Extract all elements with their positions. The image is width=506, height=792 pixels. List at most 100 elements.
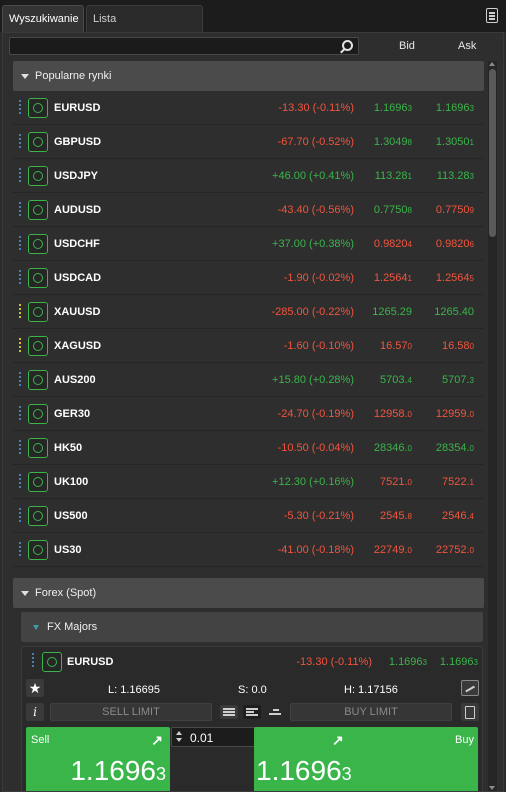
open-position-button[interactable] — [28, 132, 48, 152]
market-change: -24.70 (-0.19%) — [277, 408, 354, 420]
section-title: Forex (Spot) — [35, 587, 97, 599]
open-position-button[interactable] — [28, 166, 48, 186]
drag-handle[interactable] — [19, 508, 21, 524]
market-row[interactable]: UK100 +12.30 (+0.16%) 7521.0 7522.1 — [13, 465, 484, 499]
buy-button[interactable]: ↗ Buy 1.16963 — [254, 727, 478, 791]
market-ask: 2546.4 — [442, 510, 474, 522]
collapse-icon — [21, 73, 29, 79]
market-change: -5.30 (-0.21%) — [283, 510, 354, 522]
market-symbol: HK50 — [54, 442, 83, 454]
buy-limit-button[interactable]: BUY LIMIT — [290, 703, 452, 721]
market-symbol: XAGUSD — [54, 340, 102, 352]
order-mode-grid-icon[interactable] — [220, 705, 238, 719]
market-change: +37.00 (+0.38%) — [272, 238, 354, 250]
order-details-icon[interactable] — [461, 703, 479, 721]
quantity-stepper[interactable] — [176, 731, 184, 743]
market-ask: 12959.0 — [435, 408, 474, 420]
market-bid: 12958.0 — [373, 408, 412, 420]
drag-handle[interactable] — [19, 100, 21, 116]
ticket-ask: 1.16963 — [439, 656, 478, 668]
market-symbol: USDJPY — [54, 170, 99, 182]
drag-handle[interactable] — [19, 304, 21, 320]
scroll-down-icon[interactable] — [489, 786, 495, 790]
drag-handle[interactable] — [19, 134, 21, 150]
sell-button[interactable]: Sell ↗ 1.16963 — [26, 727, 170, 791]
market-row[interactable]: EURUSD -13.30 (-0.11%) 1.16963 1.16963 — [13, 91, 484, 125]
chart-icon[interactable] — [461, 680, 479, 696]
drag-handle[interactable] — [19, 440, 21, 456]
market-change: +15.80 (+0.28%) — [272, 374, 354, 386]
market-bid: 1.25641 — [373, 272, 412, 284]
group-fx-majors[interactable]: FX Majors — [21, 612, 483, 642]
drag-handle[interactable] — [19, 236, 21, 252]
drag-handle[interactable] — [19, 270, 21, 286]
drag-handle[interactable] — [19, 202, 21, 218]
info-button[interactable]: i — [26, 703, 44, 721]
market-symbol: XAUUSD — [54, 306, 101, 318]
open-position-button[interactable] — [28, 506, 48, 526]
market-row[interactable]: XAGUSD -1.60 (-0.10%) 16.570 16.580 — [13, 329, 484, 363]
market-ask: 0.77509 — [435, 204, 474, 216]
market-row[interactable]: USDCHF +37.00 (+0.38%) 0.98204 0.98206 — [13, 227, 484, 261]
open-position-button[interactable] — [42, 652, 62, 672]
drag-handle[interactable] — [19, 168, 21, 184]
market-row[interactable]: HK50 -10.50 (-0.04%) 28346.0 28354.0 — [13, 431, 484, 465]
open-position-button[interactable] — [28, 404, 48, 424]
bid-column-header: Bid — [399, 40, 415, 52]
open-position-button[interactable] — [28, 336, 48, 356]
open-position-button[interactable] — [28, 302, 48, 322]
market-change: -67.70 (-0.52%) — [277, 136, 354, 148]
drag-handle[interactable] — [19, 338, 21, 354]
group-title: FX Majors — [47, 621, 98, 633]
drag-handle[interactable] — [19, 542, 21, 558]
favorite-star-button[interactable]: ★ — [26, 679, 44, 697]
tab-watchlist[interactable]: Lista obserwowanych — [86, 5, 203, 51]
open-position-button[interactable] — [28, 472, 48, 492]
section-popular-markets[interactable]: Popularne rynki — [13, 61, 484, 91]
open-position-button[interactable] — [28, 200, 48, 220]
market-change: -13.30 (-0.11%) — [278, 102, 354, 114]
market-row[interactable]: USDJPY +46.00 (+0.41%) 113.281 113.283 — [13, 159, 484, 193]
search-panel: Bid Ask Popularne rynki EURUSD -13.30 (-0… — [2, 32, 504, 792]
market-row[interactable]: XAUUSD -285.00 (-0.22%) 1265.29 1265.40 — [13, 295, 484, 329]
collapse-icon — [33, 624, 39, 630]
sell-limit-button[interactable]: SELL LIMIT — [50, 703, 212, 721]
drag-handle[interactable] — [19, 474, 21, 490]
market-row[interactable]: US500 -5.30 (-0.21%) 2545.8 2546.4 — [13, 499, 484, 533]
scroll-thumb[interactable] — [489, 69, 496, 237]
search-input[interactable] — [9, 37, 359, 55]
open-position-button[interactable] — [28, 540, 48, 560]
order-mode-compact-icon[interactable] — [266, 705, 284, 719]
open-position-button[interactable] — [28, 268, 48, 288]
scrollbar[interactable] — [488, 61, 497, 791]
open-position-button[interactable] — [28, 370, 48, 390]
market-row[interactable]: US30 -41.00 (-0.18%) 22749.0 22752.0 — [13, 533, 484, 567]
sell-label: Sell — [31, 734, 50, 746]
market-row[interactable]: GBPUSD -67.70 (-0.52%) 1.30498 1.30501 — [13, 125, 484, 159]
market-symbol: US500 — [54, 510, 88, 522]
market-ask: 1.25645 — [435, 272, 474, 284]
market-row[interactable]: GER30 -24.70 (-0.19%) 12958.0 12959.0 — [13, 397, 484, 431]
open-position-button[interactable] — [28, 98, 48, 118]
open-position-button[interactable] — [28, 234, 48, 254]
market-change: -41.00 (-0.18%) — [277, 544, 354, 556]
market-symbol: AUS200 — [54, 374, 96, 386]
drag-handle[interactable] — [19, 406, 21, 422]
market-symbol: GBPUSD — [54, 136, 102, 148]
market-symbol: US30 — [54, 544, 82, 556]
section-forex-spot[interactable]: Forex (Spot) — [13, 578, 484, 608]
tab-search[interactable]: Wyszukiwanie — [2, 5, 84, 32]
scroll-up-icon[interactable] — [489, 62, 495, 66]
order-mode-list-icon[interactable] — [243, 705, 261, 719]
drag-handle[interactable] — [32, 653, 34, 669]
menu-icon[interactable] — [486, 8, 498, 23]
drag-handle[interactable] — [19, 372, 21, 388]
ticket-symbol: EURUSD — [67, 656, 114, 668]
open-position-button[interactable] — [28, 438, 48, 458]
ticket-header-row[interactable]: EURUSD -13.30 (-0.11%) 1.16963 1.16963 — [22, 647, 482, 677]
search-icon[interactable] — [342, 40, 353, 51]
market-row[interactable]: AUS200 +15.80 (+0.28%) 5703.4 5707.3 — [13, 363, 484, 397]
market-row[interactable]: USDCAD -1.90 (-0.02%) 1.25641 1.25645 — [13, 261, 484, 295]
market-row[interactable]: AUDUSD -43.40 (-0.56%) 0.77508 0.77509 — [13, 193, 484, 227]
market-bid: 0.98204 — [373, 238, 412, 250]
